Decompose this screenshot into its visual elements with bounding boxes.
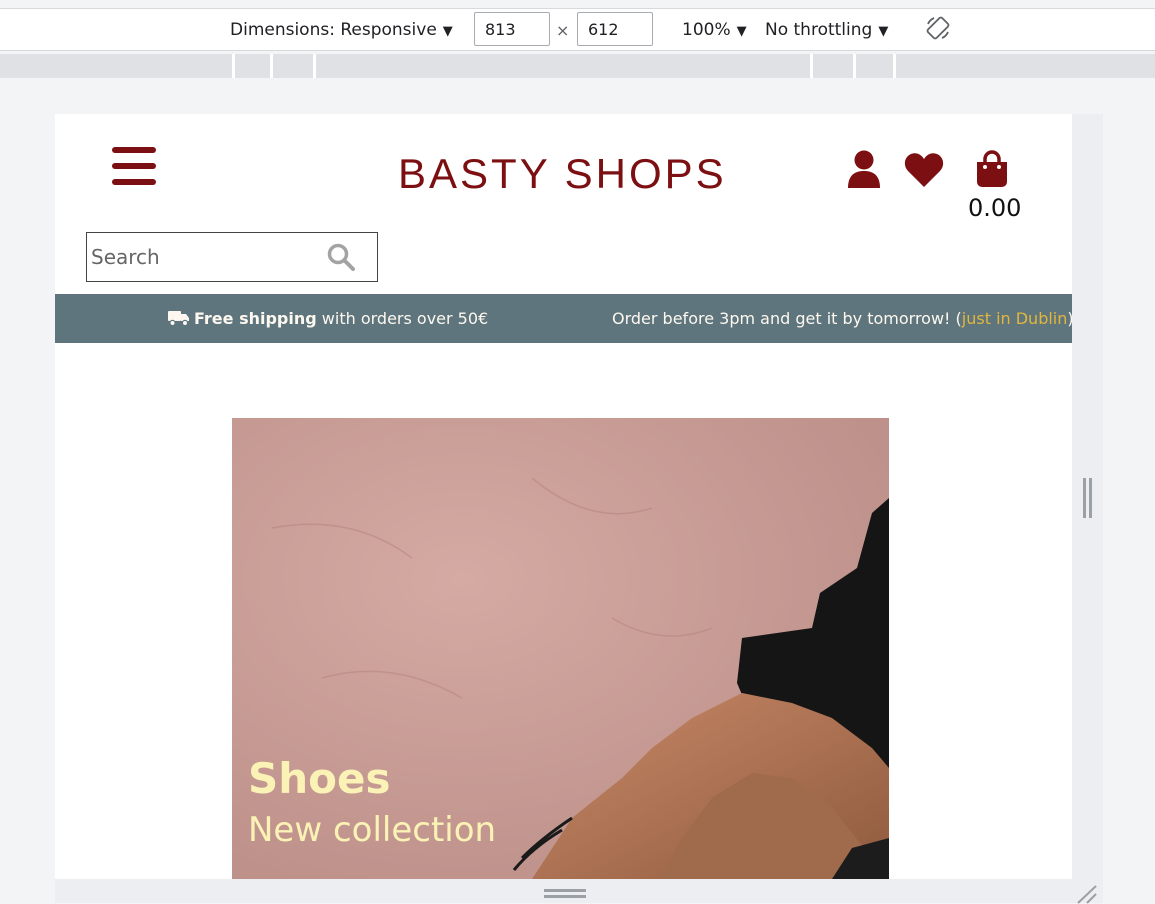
dimensions-label: Dimensions: Responsive [230, 20, 437, 40]
rotate-icon[interactable] [925, 15, 951, 41]
dimensions-times-sign: × [556, 21, 570, 40]
delivery-text: Order before 3pm and get it by tomorrow!… [612, 309, 962, 328]
devtools-device-toolbar: Dimensions: Responsive ▼ × 100% ▼ No throt… [0, 8, 1155, 51]
heart-icon[interactable] [904, 152, 944, 188]
resize-handle-bottom[interactable] [544, 889, 586, 898]
delivery-notice: Order before 3pm and get it by tomorrow!… [612, 309, 1072, 328]
user-icon[interactable] [846, 150, 882, 188]
page-viewport: BASTY SHOPS 0.00 Free shipping with orde… [55, 114, 1072, 879]
menu-bar [112, 163, 156, 169]
free-shipping-notice: Free shipping with orders over 50€ [168, 309, 488, 328]
zoom-caret-icon: ▼ [736, 24, 747, 39]
zoom-label: 100% [682, 20, 731, 40]
hero-banner[interactable]: Shoes New collection [232, 418, 889, 879]
resize-handle-right[interactable] [1083, 478, 1092, 518]
throttling-caret-icon: ▼ [878, 24, 889, 39]
cart-total: 0.00 [968, 194, 1022, 222]
search-box [86, 232, 378, 282]
free-shipping-text: with orders over 50€ [316, 309, 489, 328]
media-query-divider [893, 54, 896, 78]
truck-icon [168, 311, 189, 326]
dimensions-caret-icon: ▼ [442, 24, 453, 39]
hamburger-menu-icon[interactable] [112, 147, 156, 185]
throttling-label: No throttling [765, 20, 873, 40]
media-query-divider [232, 54, 235, 78]
delivery-accent: just in Dublin [961, 309, 1068, 328]
search-input[interactable] [91, 241, 311, 273]
shopping-bag-icon[interactable] [974, 150, 1010, 188]
viewport-height-input[interactable] [577, 12, 653, 46]
resize-corner-icon[interactable] [1074, 884, 1098, 904]
viewport-width-input[interactable] [474, 12, 550, 46]
media-query-divider [270, 54, 273, 78]
media-query-bar [0, 54, 1155, 78]
promo-banner: Free shipping with orders over 50€ Order… [55, 294, 1072, 343]
media-query-divider [853, 54, 856, 78]
menu-bar [112, 179, 156, 185]
hero-title: Shoes [248, 754, 391, 803]
free-shipping-bold: Free shipping [194, 309, 317, 328]
site-logo[interactable]: BASTY SHOPS [398, 150, 727, 198]
search-icon[interactable] [327, 243, 355, 271]
menu-bar [112, 147, 156, 153]
media-query-divider [313, 54, 316, 78]
media-query-divider [810, 54, 813, 78]
zoom-dropdown[interactable]: 100% ▼ [682, 20, 747, 40]
hero-subtitle: New collection [248, 810, 497, 850]
throttling-dropdown[interactable]: No throttling ▼ [765, 20, 888, 40]
dimensions-dropdown[interactable]: Dimensions: Responsive ▼ [230, 20, 453, 40]
